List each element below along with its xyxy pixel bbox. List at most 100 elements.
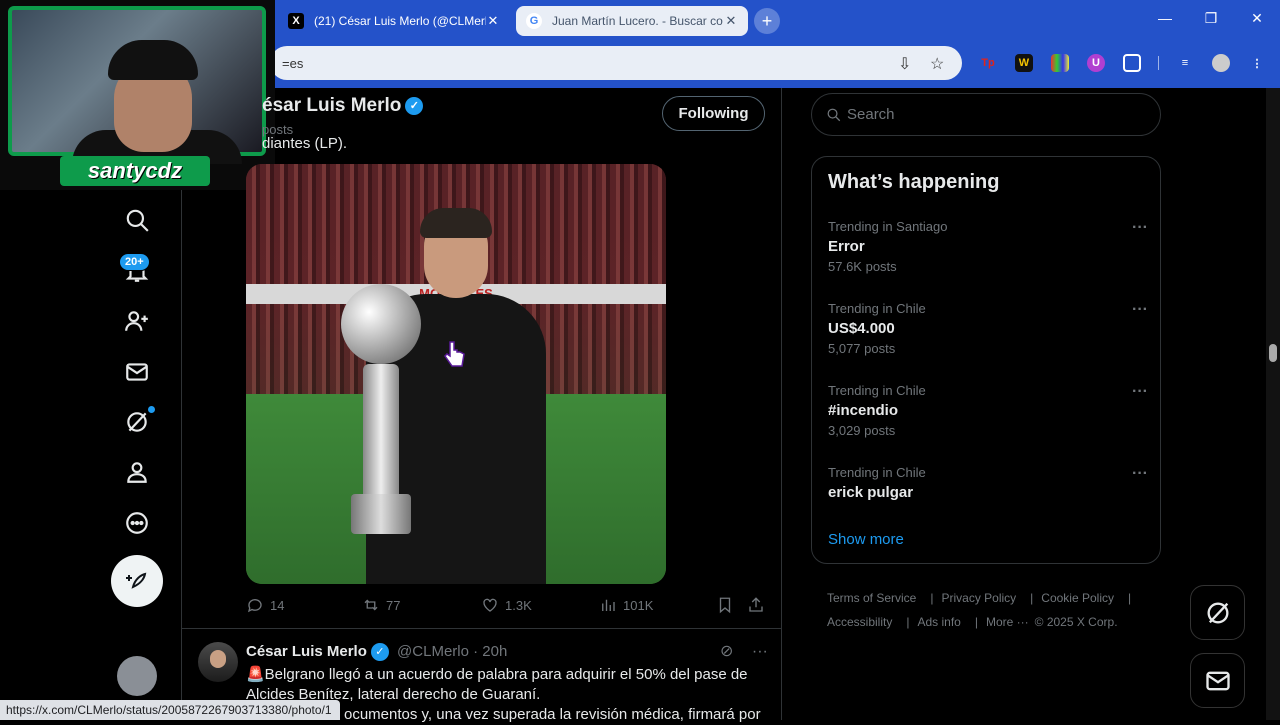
share-button[interactable] <box>747 596 765 614</box>
google-favicon-icon: G <box>526 13 542 29</box>
panel-heading: What’s happening <box>828 171 1000 193</box>
tab-close-icon[interactable]: ✕ <box>486 13 500 29</box>
hand-cursor-icon <box>444 341 465 367</box>
heart-icon <box>483 598 497 612</box>
search-input[interactable]: Search <box>811 93 1161 136</box>
tab-close-icon[interactable]: ✕ <box>724 13 738 29</box>
profile-avatar-icon[interactable] <box>1212 54 1230 72</box>
follow-people-icon[interactable] <box>122 306 152 336</box>
media-queue-icon[interactable]: ≡ <box>1176 54 1194 72</box>
browser-menu-icon[interactable]: ⋮ <box>1248 54 1266 72</box>
trophy-ball <box>341 284 421 364</box>
explore-search-icon[interactable] <box>122 205 152 235</box>
extensions-puzzle-icon[interactable] <box>1123 54 1141 72</box>
accessibility-link[interactable]: Accessibility <box>827 615 892 629</box>
trend-more-icon[interactable]: ··· <box>1132 219 1148 237</box>
tweet-photo[interactable]: MOSCALES <box>246 164 666 584</box>
close-window-button[interactable]: ✕ <box>1242 10 1272 27</box>
tweet-text-fragment: diantes (LP). <box>262 135 348 152</box>
trend-name: Error <box>828 238 865 255</box>
restore-button[interactable]: ❐ <box>1196 10 1226 27</box>
trend-count: 57.6K posts <box>828 259 897 274</box>
repost-icon <box>364 599 378 611</box>
status-url-preview: https://x.com/CLMerlo/status/20058722679… <box>0 700 340 720</box>
verified-badge-icon: ✓ <box>370 643 389 662</box>
extension-tp-icon[interactable]: Tp <box>979 54 997 72</box>
coach-hair <box>420 208 492 238</box>
more-options-icon[interactable] <box>122 508 152 538</box>
tweet-more-icon[interactable]: ··· <box>752 643 768 660</box>
grok-new-dot <box>148 406 155 413</box>
trend-more-icon[interactable]: ··· <box>1132 301 1148 319</box>
trend-context: Trending in Santiago <box>828 219 948 234</box>
trend-more-icon[interactable]: ··· <box>1132 465 1148 483</box>
privacy-link[interactable]: Privacy Policy <box>941 591 1016 605</box>
grok-icon <box>1207 602 1228 623</box>
like-button[interactable]: 1.3K <box>481 596 532 614</box>
install-app-icon[interactable]: ⇩ <box>898 54 911 74</box>
trend-count: 3,029 posts <box>828 423 896 438</box>
footer-separator: | <box>1128 591 1132 605</box>
address-text: =es <box>282 55 304 71</box>
bookmark-star-icon[interactable]: ☆ <box>930 54 944 74</box>
trend-item[interactable]: Trending in Chile erick pulgar ··· <box>828 465 1148 501</box>
scrollbar-thumb[interactable] <box>1269 344 1277 362</box>
whats-happening-panel: What’s happening Trending in Santiago Er… <box>811 156 1161 564</box>
repost-count: 77 <box>386 597 401 613</box>
search-icon <box>827 108 841 122</box>
verified-badge-icon: ✓ <box>405 96 424 115</box>
ads-info-link[interactable]: Ads info <box>917 615 960 629</box>
extension-w-icon[interactable]: W <box>1015 54 1033 72</box>
tweet-line: 🚨Belgrano llegó a un acuerdo de palabra … <box>246 666 748 683</box>
tweet-actions: 14 77 1.3K 101K <box>246 596 766 618</box>
minimize-button[interactable]: — <box>1150 10 1180 26</box>
footer-separator: | <box>974 615 978 629</box>
account-avatar[interactable] <box>117 656 157 696</box>
feather-plus-icon <box>126 572 147 589</box>
trend-context: Trending in Chile <box>828 465 926 480</box>
footer-separator: | <box>930 591 934 605</box>
tweet-divider <box>182 628 782 629</box>
page-scrollbar[interactable] <box>1266 88 1280 720</box>
grok-explain-icon[interactable]: ⊘ <box>720 643 733 660</box>
extension-u-icon[interactable]: U <box>1087 54 1105 72</box>
author-handle[interactable]: @CLMerlo <box>397 643 469 660</box>
messages-envelope-icon[interactable] <box>122 357 152 387</box>
tab-google-search[interactable]: G Juan Martín Lucero. - Buscar co ✕ <box>516 6 748 36</box>
tweet-time[interactable]: · 20h <box>473 643 507 660</box>
following-button[interactable]: Following <box>662 96 765 131</box>
compose-post-button[interactable] <box>111 555 163 607</box>
streamer-cap <box>108 40 198 80</box>
bookmark-button[interactable] <box>716 596 734 614</box>
reply-button[interactable]: 14 <box>246 596 284 614</box>
reply-icon <box>247 599 262 613</box>
tab-cesar-merlo[interactable]: X (21) César Luis Merlo (@CLMerlo ✕ <box>278 6 510 36</box>
trend-more-icon[interactable]: ··· <box>1132 383 1148 401</box>
copyright-text: © 2025 X Corp. <box>1034 615 1118 629</box>
tab-title: (21) César Luis Merlo (@CLMerlo <box>314 14 486 28</box>
show-more-link[interactable]: Show more <box>828 531 904 548</box>
more-link[interactable]: More ··· <box>986 615 1029 629</box>
profile-header-name: ésar Luis Merlo ✓ <box>262 95 424 117</box>
trend-item[interactable]: Trending in Santiago Error 57.6K posts ·… <box>828 219 1148 274</box>
trend-context: Trending in Chile <box>828 301 926 316</box>
messages-fab-button[interactable] <box>1190 653 1245 708</box>
profile-person-icon[interactable] <box>122 457 152 487</box>
trend-name: US$4.000 <box>828 320 895 337</box>
extension-color-icon[interactable] <box>1051 54 1069 72</box>
reply-count: 14 <box>270 597 285 613</box>
new-tab-button[interactable]: + <box>754 8 780 34</box>
search-placeholder: Search <box>847 106 895 123</box>
trend-item[interactable]: Trending in Chile US$4.000 5,077 posts ·… <box>828 301 1148 356</box>
repost-button[interactable]: 77 <box>362 596 400 614</box>
author-avatar[interactable] <box>198 642 238 682</box>
trend-name: erick pulgar <box>828 484 914 501</box>
grok-icon[interactable] <box>122 407 152 437</box>
views-button[interactable]: 101K <box>599 596 653 614</box>
grok-fab-button[interactable] <box>1190 585 1245 640</box>
address-bar[interactable]: =es ⇩ ☆ <box>270 46 962 80</box>
trend-item[interactable]: Trending in Chile #incendio 3,029 posts … <box>828 383 1148 438</box>
terms-link[interactable]: Terms of Service <box>827 591 916 605</box>
cookie-link[interactable]: Cookie Policy <box>1041 591 1114 605</box>
author-name[interactable]: César Luis Merlo <box>246 643 367 660</box>
